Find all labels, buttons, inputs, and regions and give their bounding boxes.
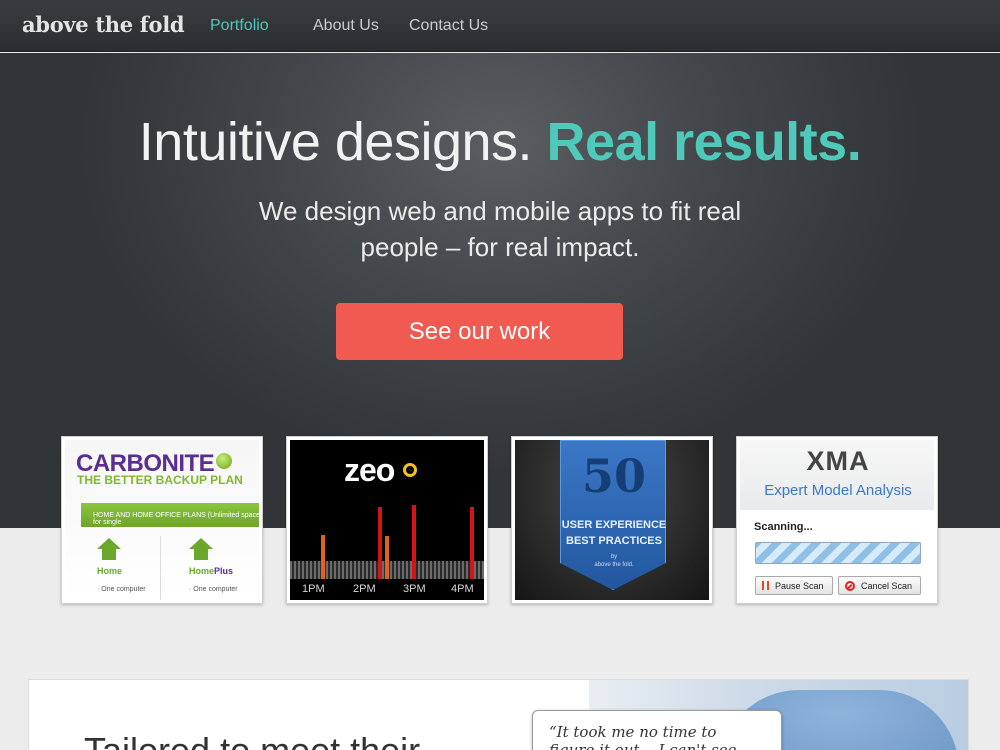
- testimonial-section: Tailored to meet their “It took me no ti…: [28, 679, 969, 750]
- portfolio-thumb-carbonite[interactable]: CARBONITE THE BETTER BACKUP PLAN HOME AN…: [61, 436, 263, 604]
- carbonite-plan-name: Home: [97, 566, 123, 576]
- carbonite-tagline: THE BETTER BACKUP PLAN: [77, 473, 243, 487]
- pause-icon: [762, 581, 769, 590]
- carbonite-plan-name: HomePlus: [189, 566, 234, 576]
- ux-best-practices-cover: 50 USER EXPERIENCE BEST PRACTICES by abo…: [515, 440, 709, 600]
- carbonite-screenshot: CARBONITE THE BETTER BACKUP PLAN HOME AN…: [65, 440, 259, 600]
- carbonite-orb-icon: [216, 453, 233, 469]
- zeo-bar: [321, 535, 325, 579]
- see-our-work-button[interactable]: See our work: [336, 303, 623, 360]
- carbonite-plan-homeplus: HomePlus · One computer: [189, 538, 238, 593]
- nav-link-portfolio[interactable]: Portfolio: [210, 17, 269, 35]
- carbonite-divider: [160, 536, 161, 600]
- badge-number: 50: [581, 449, 646, 503]
- xma-pause-button: Pause Scan: [755, 576, 833, 595]
- xma-progress-bar: [755, 542, 921, 564]
- hero-title: Intuitive designs. Real results.: [0, 111, 1000, 173]
- ribbon-badge: 50 USER EXPERIENCE BEST PRACTICES by abo…: [560, 440, 666, 590]
- zeo-bar: [385, 536, 389, 579]
- xma-title: XMA: [806, 446, 870, 476]
- xma-cancel-button: Cancel Scan: [838, 576, 921, 595]
- zeo-bar: [378, 507, 382, 579]
- zeo-logo: zeo: [344, 452, 395, 488]
- xma-screenshot: XMA Expert Model Analysis Scanning... Pa…: [740, 440, 934, 600]
- house-icon: [97, 538, 121, 560]
- zeo-bar: [470, 507, 474, 579]
- nav-link-about-us[interactable]: About Us: [313, 17, 379, 35]
- carbonite-plan-item: · One computer: [97, 586, 146, 593]
- hero-title-accent: Real results.: [546, 112, 862, 172]
- zeo-axis-label: 3PM: [403, 583, 426, 595]
- testimonial-quote: “It took me no time to figure it out... …: [532, 710, 782, 750]
- xma-scan-status: Scanning...: [754, 521, 813, 533]
- zeo-axis-label: 4PM: [451, 583, 474, 595]
- portfolio-thumb-zeo[interactable]: zeo 1PM 2PM 3PM 4PM: [286, 436, 488, 604]
- badge-title: USER EXPERIENCE BEST PRACTICES: [561, 519, 667, 547]
- portfolio-thumb-xma[interactable]: XMA Expert Model Analysis Scanning... Pa…: [736, 436, 938, 604]
- nav-link-contact-us[interactable]: Contact Us: [409, 17, 488, 35]
- portfolio-thumb-ux-best-practices[interactable]: 50 USER EXPERIENCE BEST PRACTICES by abo…: [511, 436, 713, 604]
- zeo-bar: [412, 505, 416, 579]
- sun-icon: [403, 463, 417, 477]
- section-heading: Tailored to meet their: [84, 730, 420, 750]
- hero-title-plain: Intuitive designs.: [138, 112, 533, 172]
- zeo-axis-label: 1PM: [302, 583, 325, 595]
- top-nav: above the fold Portfolio About Us Contac…: [0, 0, 1000, 52]
- zeo-axis-label: 2PM: [353, 583, 376, 595]
- carbonite-plan-home: Home · One computer: [97, 538, 146, 593]
- hero-subtitle: We design web and mobile apps to fit rea…: [258, 196, 742, 262]
- xma-header: XMA Expert Model Analysis: [740, 440, 934, 510]
- badge-author: by above the fold.: [594, 554, 634, 568]
- carbonite-plans-bar: HOME AND HOME OFFICE PLANS (Unlimited sp…: [81, 503, 259, 527]
- site-logo[interactable]: above the fold: [22, 12, 185, 37]
- house-icon: [189, 538, 213, 560]
- xma-subtitle: Expert Model Analysis: [764, 482, 912, 499]
- zeo-screenshot: zeo 1PM 2PM 3PM 4PM: [290, 440, 484, 600]
- cancel-icon: [845, 580, 855, 591]
- carbonite-plan-item: · One computer: [189, 586, 238, 593]
